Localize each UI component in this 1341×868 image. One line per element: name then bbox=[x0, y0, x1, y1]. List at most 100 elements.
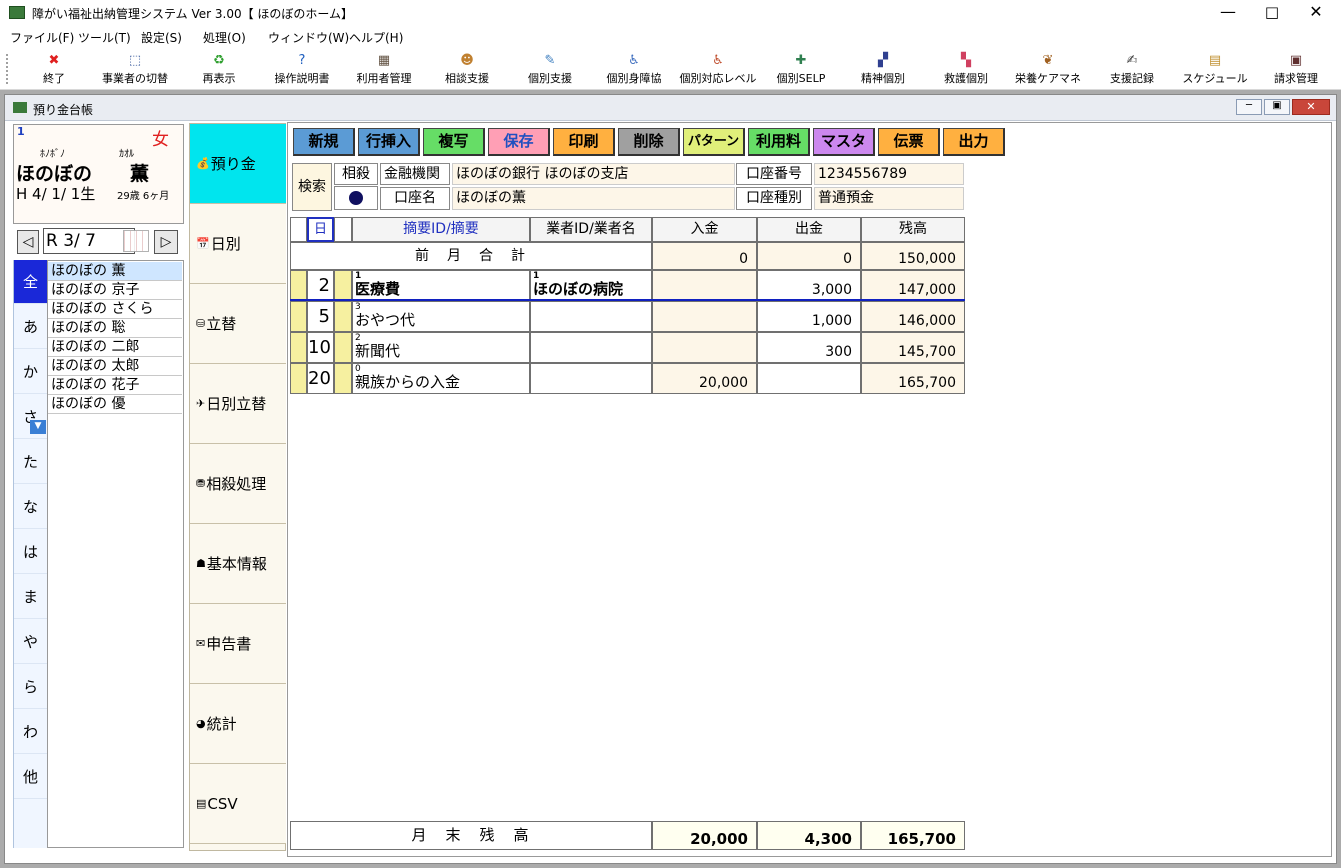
kana-tab-6[interactable]: な bbox=[14, 485, 47, 529]
side-tab-5[interactable]: ⛃ 相殺処理 bbox=[190, 444, 286, 524]
toolbar-button-6[interactable]: ☻ 相談支援 bbox=[422, 54, 512, 88]
user-list-item[interactable]: ほのぼの 花子 bbox=[48, 376, 182, 395]
toolbar-button-3[interactable]: ♻ 再表示 bbox=[174, 54, 264, 88]
side-tab-1[interactable]: 💰 預り金 bbox=[190, 124, 286, 204]
menu-window[interactable]: ウィンドウ(W) bbox=[268, 29, 349, 46]
bank-label: 金融機関 bbox=[380, 163, 450, 185]
toolbar-button-4[interactable]: ? 操作説明書 bbox=[257, 54, 347, 88]
toolbar-button-14[interactable]: ✍ 支援記録 bbox=[1087, 54, 1177, 88]
kana-tab-10[interactable]: ら bbox=[14, 665, 47, 709]
toolbar-icon-16: ▣ bbox=[1289, 53, 1303, 68]
scroll-down-indicator[interactable]: ▼ bbox=[30, 420, 46, 434]
action-button-5[interactable]: 印刷 bbox=[553, 128, 615, 156]
kana-tab-11[interactable]: わ bbox=[14, 710, 47, 754]
maximize-button[interactable]: □ bbox=[1252, 0, 1292, 26]
side-tab-label-6: 基本情報 bbox=[206, 555, 267, 573]
user-list-item[interactable]: ほのぼの 優 bbox=[48, 395, 182, 414]
kana-tab-3[interactable]: か bbox=[14, 350, 47, 394]
toolbar-icon-2: ⬚ bbox=[128, 53, 142, 68]
row-marker bbox=[290, 363, 307, 394]
action-button-7[interactable]: パターン bbox=[683, 128, 745, 156]
toolbar-button-5[interactable]: ▦ 利用者管理 bbox=[339, 54, 429, 88]
kana-tab-8[interactable]: ま bbox=[14, 575, 47, 619]
action-button-9[interactable]: マスタ bbox=[813, 128, 875, 156]
toolbar-button-12[interactable]: ▚ 救護個別 bbox=[921, 54, 1011, 88]
action-button-1[interactable]: 新規 bbox=[293, 128, 355, 156]
user-list-item[interactable]: ほのぼの 二郎 bbox=[48, 338, 182, 357]
menu-file[interactable]: ファイル(F) bbox=[10, 29, 74, 46]
account-number-field[interactable]: 1234556789 bbox=[814, 163, 964, 185]
date-field[interactable]: R 3/ 7 bbox=[43, 228, 135, 254]
user-list-item[interactable]: ほのぼの さくら bbox=[48, 300, 182, 319]
side-tab-6[interactable]: ☗ 基本情報 bbox=[190, 524, 286, 604]
search-button[interactable]: 検索 bbox=[292, 163, 332, 211]
action-button-4[interactable]: 保存 bbox=[488, 128, 550, 156]
toolbar-button-11[interactable]: ▞ 精神個別 bbox=[838, 54, 928, 88]
toolbar-button-16[interactable]: ▣ 請求管理 bbox=[1251, 54, 1341, 88]
toolbar-label-9: 個別対応レベル bbox=[679, 72, 757, 85]
kana-tab-5[interactable]: た bbox=[14, 440, 47, 484]
toolbar-button-7[interactable]: ✎ 個別支援 bbox=[505, 54, 595, 88]
menu-help[interactable]: ヘルプ(H) bbox=[349, 29, 403, 46]
menu-tools[interactable]: ツール(T) bbox=[78, 29, 131, 46]
side-tab-label-1: 預り金 bbox=[210, 155, 256, 173]
side-tab-9[interactable]: ▤ CSV bbox=[190, 764, 286, 844]
toolbar-button-1[interactable]: ✖ 終了 bbox=[9, 54, 99, 88]
user-list-item[interactable]: ほのぼの 太郎 bbox=[48, 357, 182, 376]
toolbar-button-10[interactable]: ✚ 個別SELP bbox=[756, 54, 846, 88]
toolbar-button-2[interactable]: ⬚ 事業者の切替 bbox=[90, 54, 180, 88]
action-button-2[interactable]: 行挿入 bbox=[358, 128, 420, 156]
toolbar-button-13[interactable]: ❦ 栄養ケアマネ bbox=[1003, 54, 1093, 88]
action-button-8[interactable]: 利用料 bbox=[748, 128, 810, 156]
row-item-name: 親族からの入金 bbox=[355, 373, 461, 391]
kana-tab-7[interactable]: は bbox=[14, 530, 47, 574]
toolbar-button-9[interactable]: ♿ 個別対応レベル bbox=[673, 54, 763, 88]
user-list-item[interactable]: ほのぼの 聡 bbox=[48, 319, 182, 338]
side-tab-label-8: 統計 bbox=[206, 715, 237, 733]
account-name-field[interactable]: ほのぼの薫 bbox=[452, 187, 735, 210]
toolbar-icon-13: ❦ bbox=[1042, 53, 1054, 68]
kana-tab-9[interactable]: や bbox=[14, 620, 47, 664]
toolbar-icon-4: ? bbox=[298, 53, 306, 68]
user-list-item[interactable]: ほのぼの 京子 bbox=[48, 281, 182, 300]
action-button-11[interactable]: 出力 bbox=[943, 128, 1005, 156]
header-sub bbox=[334, 217, 352, 242]
toolbar-label-1: 終了 bbox=[43, 72, 65, 85]
kana-tab-12[interactable]: 他 bbox=[14, 755, 47, 799]
menu-process[interactable]: 処理(O) bbox=[203, 29, 246, 46]
side-tab-2[interactable]: 📅 日別 bbox=[190, 204, 286, 284]
child-restore-button[interactable]: ▣ bbox=[1264, 99, 1290, 115]
account-type-field[interactable]: 普通預金 bbox=[814, 187, 964, 210]
toolbar-label-4: 操作説明書 bbox=[274, 72, 330, 85]
prev-total-label: 前 月 合 計 bbox=[290, 242, 652, 270]
user-list-item[interactable]: ほのぼの 薫 bbox=[48, 262, 182, 281]
child-close-button[interactable]: ✕ bbox=[1292, 99, 1330, 115]
action-button-6[interactable]: 削除 bbox=[618, 128, 680, 156]
action-button-3[interactable]: 複写 bbox=[423, 128, 485, 156]
close-button[interactable]: ✕ bbox=[1296, 0, 1336, 26]
action-button-10[interactable]: 伝票 bbox=[878, 128, 940, 156]
user-profile: 1 女 ﾎﾉﾎﾞﾉ ｶｵﾙ ほのぼの 薫 H 4/ 1/ 1生 29歳 6ヶ月 bbox=[13, 124, 184, 224]
kana-tab-1[interactable]: 全 bbox=[14, 260, 47, 304]
side-tab-7[interactable]: ✉ 申告書 bbox=[190, 604, 286, 684]
offset-radio-icon[interactable] bbox=[334, 186, 378, 210]
side-tab-4[interactable]: ✈ 日別立替 bbox=[190, 364, 286, 444]
minimize-button[interactable]: — bbox=[1208, 0, 1248, 26]
toolbar-icon-11: ▞ bbox=[878, 53, 888, 68]
row-vendor-name: ほのぼの病院 bbox=[533, 280, 624, 298]
calendar-icon[interactable] bbox=[123, 230, 149, 252]
account-number-label: 口座番号 bbox=[736, 163, 812, 185]
child-minimize-button[interactable]: ─ bbox=[1236, 99, 1262, 115]
toolbar-button-15[interactable]: ▤ スケジュール bbox=[1170, 54, 1260, 88]
toolbar-label-8: 個別身障協 bbox=[606, 72, 662, 85]
next-month-button[interactable]: ▷ bbox=[154, 230, 178, 254]
side-tab-3[interactable]: ⛁ 立替 bbox=[190, 284, 286, 364]
prev-total-out: 0 bbox=[757, 242, 861, 270]
side-tab-8[interactable]: ◕ 統計 bbox=[190, 684, 286, 764]
toolbar-button-8[interactable]: ♿ 個別身障協 bbox=[589, 54, 679, 88]
bank-field[interactable]: ほのぼの銀行 ほのぼの支店 bbox=[452, 163, 735, 185]
kana-tab-2[interactable]: あ bbox=[14, 305, 47, 349]
side-tab-icon-6: ☗ bbox=[196, 557, 206, 570]
prev-month-button[interactable]: ◁ bbox=[17, 230, 39, 254]
menu-settings[interactable]: 設定(S) bbox=[141, 29, 182, 46]
